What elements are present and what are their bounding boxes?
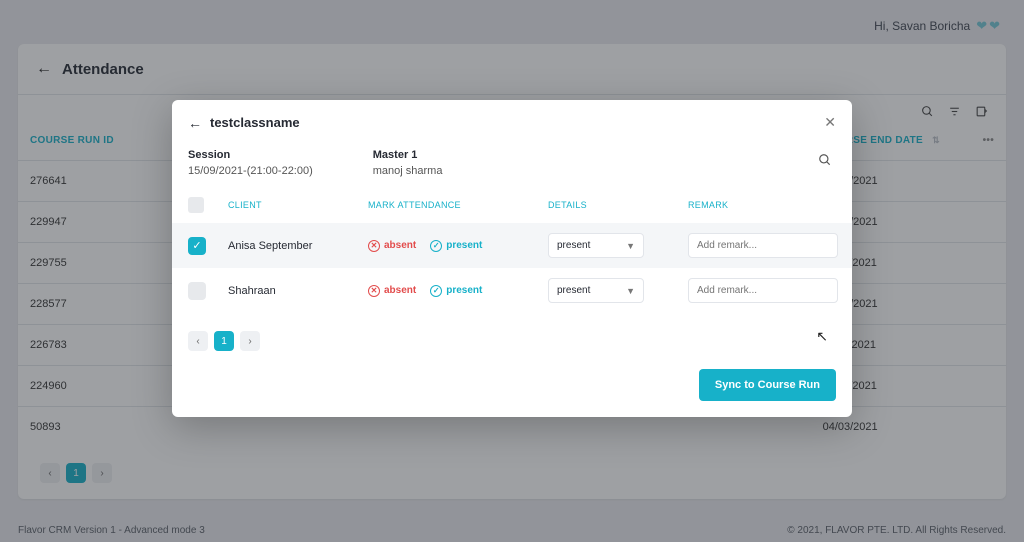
col-remark: REMARK [688,200,836,210]
col-client: CLIENT [228,200,368,210]
col-mark: MARK ATTENDANCE [368,200,548,210]
details-select[interactable]: present ▼ [548,278,644,303]
modal-pager-prev[interactable]: ‹ [188,331,208,351]
attendance-modal: ← testclassname ✕ Session 15/09/2021-(21… [172,100,852,417]
master-value: manoj sharma [373,165,443,177]
sync-button[interactable]: Sync to Course Run [699,369,836,401]
modal-search-icon[interactable] [818,153,832,170]
remark-input[interactable] [688,233,838,258]
mark-present-button[interactable]: ✓present [430,285,482,297]
client-row: Shahraan ✕absent ✓present present ▼ [172,268,852,313]
modal-table-head: CLIENT MARK ATTENDANCE DETAILS REMARK [172,187,852,223]
modal-overlay: ← testclassname ✕ Session 15/09/2021-(21… [0,0,1024,542]
close-icon[interactable]: ✕ [824,114,836,131]
client-name: Anisa September [228,240,368,252]
modal-back-icon[interactable]: ← [188,115,202,131]
modal-title: testclassname [210,115,824,130]
absent-icon: ✕ [368,285,380,297]
present-icon: ✓ [430,285,442,297]
present-icon: ✓ [430,240,442,252]
row-checkbox[interactable]: ✓ [188,237,206,255]
absent-icon: ✕ [368,240,380,252]
client-name: Shahraan [228,285,368,297]
mark-absent-button[interactable]: ✕absent [368,285,416,297]
mark-absent-button[interactable]: ✕absent [368,240,416,252]
col-details: DETAILS [548,200,688,210]
select-all-checkbox[interactable] [188,197,204,213]
client-row: ✓ Anisa September ✕absent ✓present prese… [172,223,852,268]
session-label: Session [188,149,313,161]
mark-present-button[interactable]: ✓present [430,240,482,252]
modal-pager-page-1[interactable]: 1 [214,331,234,351]
chevron-down-icon: ▼ [626,286,635,296]
remark-input[interactable] [688,278,838,303]
session-value: 15/09/2021-(21:00-22:00) [188,165,313,177]
chevron-down-icon: ▼ [626,241,635,251]
modal-pager-next[interactable]: › [240,331,260,351]
row-checkbox[interactable] [188,282,206,300]
master-label: Master 1 [373,149,443,161]
modal-pager: ‹ 1 › [172,313,852,369]
details-select[interactable]: present ▼ [548,233,644,258]
